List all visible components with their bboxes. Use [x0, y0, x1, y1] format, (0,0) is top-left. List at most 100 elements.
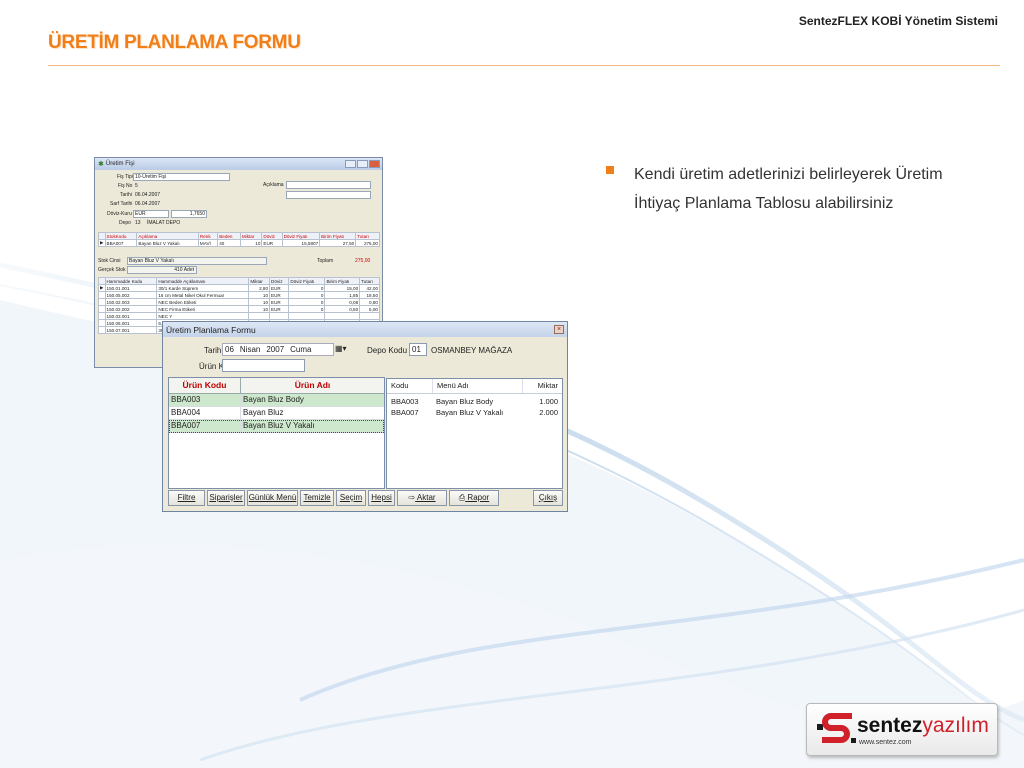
table-cell: EUR: [269, 305, 290, 313]
product-row[interactable]: BBA007 Bayan Bluz V Yakalı: [169, 420, 384, 433]
doviz-select[interactable]: EUR: [133, 210, 169, 218]
product-row[interactable]: BBA003 Bayan Bluz Body: [169, 394, 384, 407]
column-header-kodu[interactable]: Kodu: [387, 379, 432, 393]
logo-brand-red: yazılım: [922, 714, 989, 737]
raw-material-column-header[interactable]: Hammadde Açıklaması: [156, 277, 250, 285]
depo-kodu-input[interactable]: 01: [409, 343, 427, 356]
column-header-miktar[interactable]: Miktar: [522, 379, 562, 393]
column-header-menu-adi[interactable]: Menü Adı: [432, 379, 522, 393]
table-row[interactable]: 150.05.002 16 cm Metal Nikel Okul Fermuar…: [98, 291, 380, 299]
menu-code: BBA007: [391, 408, 419, 417]
bullet-text: Kendi üretim adetlerinizi belirleyerek Ü…: [634, 166, 943, 212]
table-cell: 275,00: [355, 239, 380, 247]
table-cell: [288, 312, 326, 320]
raw-material-column-header[interactable]: Döviz Fiyatı: [288, 277, 326, 285]
table-row[interactable]: 150.02.002 NEC Firma Etiketi 10 EUR 0 0,50 5,0…: [98, 305, 380, 313]
tarih-value[interactable]: 06.04.2007: [135, 192, 160, 198]
date-picker[interactable]: 06 Nisan 2007 Cuma: [222, 343, 334, 356]
slip-column-header[interactable]: Döviz Fiyatı: [281, 232, 321, 240]
rapor-label: Rapor: [467, 493, 490, 502]
siparisler-button[interactable]: Siparişler: [207, 490, 245, 506]
slip-column-header[interactable]: Döviz: [261, 232, 283, 240]
gunluk-menu-button[interactable]: Günlük Menü: [247, 490, 298, 506]
table-cell: Bayan Bluz V Yakalı: [136, 239, 199, 247]
table-cell: 0: [288, 284, 326, 292]
close-button[interactable]: [369, 160, 380, 168]
stok-cinsi-label: Stok Cinsi: [98, 258, 121, 264]
table-cell: 150.05.002: [104, 291, 158, 299]
slip-column-header[interactable]: Beden: [217, 232, 241, 240]
table-cell: [248, 312, 271, 320]
slip-column-header[interactable]: Birim Fiyatı: [319, 232, 357, 240]
close-button[interactable]: ×: [554, 325, 564, 334]
table-row[interactable]: ▶ 150.01.001 30/1 Karde Süprem 2,80 EUR 0 15,0…: [98, 284, 380, 292]
secim-button[interactable]: Seçim: [336, 490, 366, 506]
table-cell: EUR: [269, 291, 290, 299]
brand-header: SentezFLEX KOBİ Yönetim Sistemi: [798, 14, 998, 28]
logo-url: www.sentez.com: [859, 739, 912, 746]
hepsi-button[interactable]: Hepsi: [368, 490, 395, 506]
filtre-button[interactable]: Filtre: [168, 490, 205, 506]
depo-code[interactable]: 13: [135, 220, 141, 226]
production-slip-titlebar[interactable]: ✱ Üretim Fişi: [95, 158, 382, 170]
gercek-stok-label: Gerçek Stok: [98, 267, 126, 273]
table-cell: 150.07.001: [104, 326, 158, 334]
table-row[interactable]: 150.02.003 NEC Beden Etiketi 10 EUR 0 0,08 0,8…: [98, 298, 380, 306]
slip-column-header[interactable]: StokKodu: [104, 232, 138, 240]
bullet-point: Kendi üretim adetlerinizi belirleyerek Ü…: [606, 160, 986, 218]
depo-label: Depo: [119, 220, 131, 226]
fis-tipi-select[interactable]: 10-Üretim Fişi: [133, 173, 230, 181]
planning-titlebar[interactable]: Üretim Planlama Formu ×: [163, 322, 567, 337]
raw-material-column-header[interactable]: Döviz: [269, 277, 290, 285]
menu-quantity: 1.000: [539, 397, 558, 406]
table-cell: 18,50: [359, 291, 380, 299]
toplam-value: 275,00: [355, 258, 371, 264]
table-cell: 0,08: [324, 298, 361, 306]
product-row[interactable]: BBA004 Bayan Bluz: [169, 407, 384, 420]
product-grid-header: Ürün Kodu Ürün Adı: [169, 378, 384, 394]
aciklama-field-2[interactable]: [286, 191, 371, 199]
slip-column-header[interactable]: Açıklama: [136, 232, 199, 240]
menu-row[interactable]: BBA007 Bayan Bluz V Yakalı 2.000: [387, 407, 562, 418]
raw-material-column-header[interactable]: Tutarı: [359, 277, 380, 285]
table-cell: 0,80: [359, 298, 380, 306]
calendar-dropdown-icon[interactable]: ▦▾: [335, 344, 347, 353]
table-cell: 10: [248, 305, 271, 313]
column-header-urun-adi[interactable]: Ürün Adı: [241, 378, 384, 393]
table-row[interactable]: 150.03.001 NEC Y: [98, 312, 380, 320]
depo-kodu-label: Depo Kodu: [367, 346, 408, 355]
raw-material-column-header[interactable]: Hammadde Kodu: [104, 277, 158, 285]
kur-field[interactable]: 1,7650: [171, 210, 207, 218]
slip-column-header[interactable]: Miktar: [239, 232, 263, 240]
table-row[interactable]: ▶ BBA007 Bayan Bluz V Yakalı MAVİ 40 10 EUR 15,…: [98, 239, 380, 247]
sevk-tarihi-label: Sarf Tarihi: [110, 201, 133, 207]
menu-row[interactable]: BBA003 Bayan Bluz Body 1.000: [387, 396, 562, 407]
table-cell: 15,00: [324, 284, 361, 292]
date-month: Nisan: [239, 345, 261, 354]
slip-column-header[interactable]: Renk: [197, 232, 219, 240]
column-header-urun-kodu[interactable]: Ürün Kodu: [169, 378, 241, 393]
raw-material-column-header[interactable]: Miktar: [248, 277, 271, 285]
depo-name: İMALAT DEPO: [147, 220, 181, 226]
raw-material-column-header[interactable]: Birim Fiyatı: [324, 277, 361, 285]
table-cell: [269, 312, 290, 320]
product-name: Bayan Bluz V Yakalı: [243, 421, 315, 430]
slip-column-header[interactable]: Tutarı: [355, 232, 380, 240]
stok-cinsi-value: Bayan Bluz V Yakalı: [127, 257, 267, 265]
table-cell: 150.03.001: [104, 312, 158, 320]
export-arrow-icon: ⇨: [408, 493, 416, 502]
urun-kodu-input[interactable]: [222, 359, 305, 372]
product-code: BBA007: [169, 420, 241, 432]
fis-no-value[interactable]: 5: [135, 183, 138, 189]
minimize-button[interactable]: [345, 160, 356, 168]
maximize-button[interactable]: [357, 160, 368, 168]
aktar-button[interactable]: ⇨ Aktar: [397, 490, 447, 506]
aciklama-field-1[interactable]: [286, 181, 371, 189]
cikis-button[interactable]: Çıkış: [533, 490, 563, 506]
sevk-tarihi-value[interactable]: 06.04.2007: [135, 201, 160, 207]
table-cell: 0: [288, 298, 326, 306]
table-cell: 0,50: [324, 305, 361, 313]
temizle-button[interactable]: Temizle: [300, 490, 334, 506]
product-name: Bayan Bluz Body: [243, 395, 304, 404]
rapor-button[interactable]: ⎙ Rapor: [449, 490, 499, 506]
